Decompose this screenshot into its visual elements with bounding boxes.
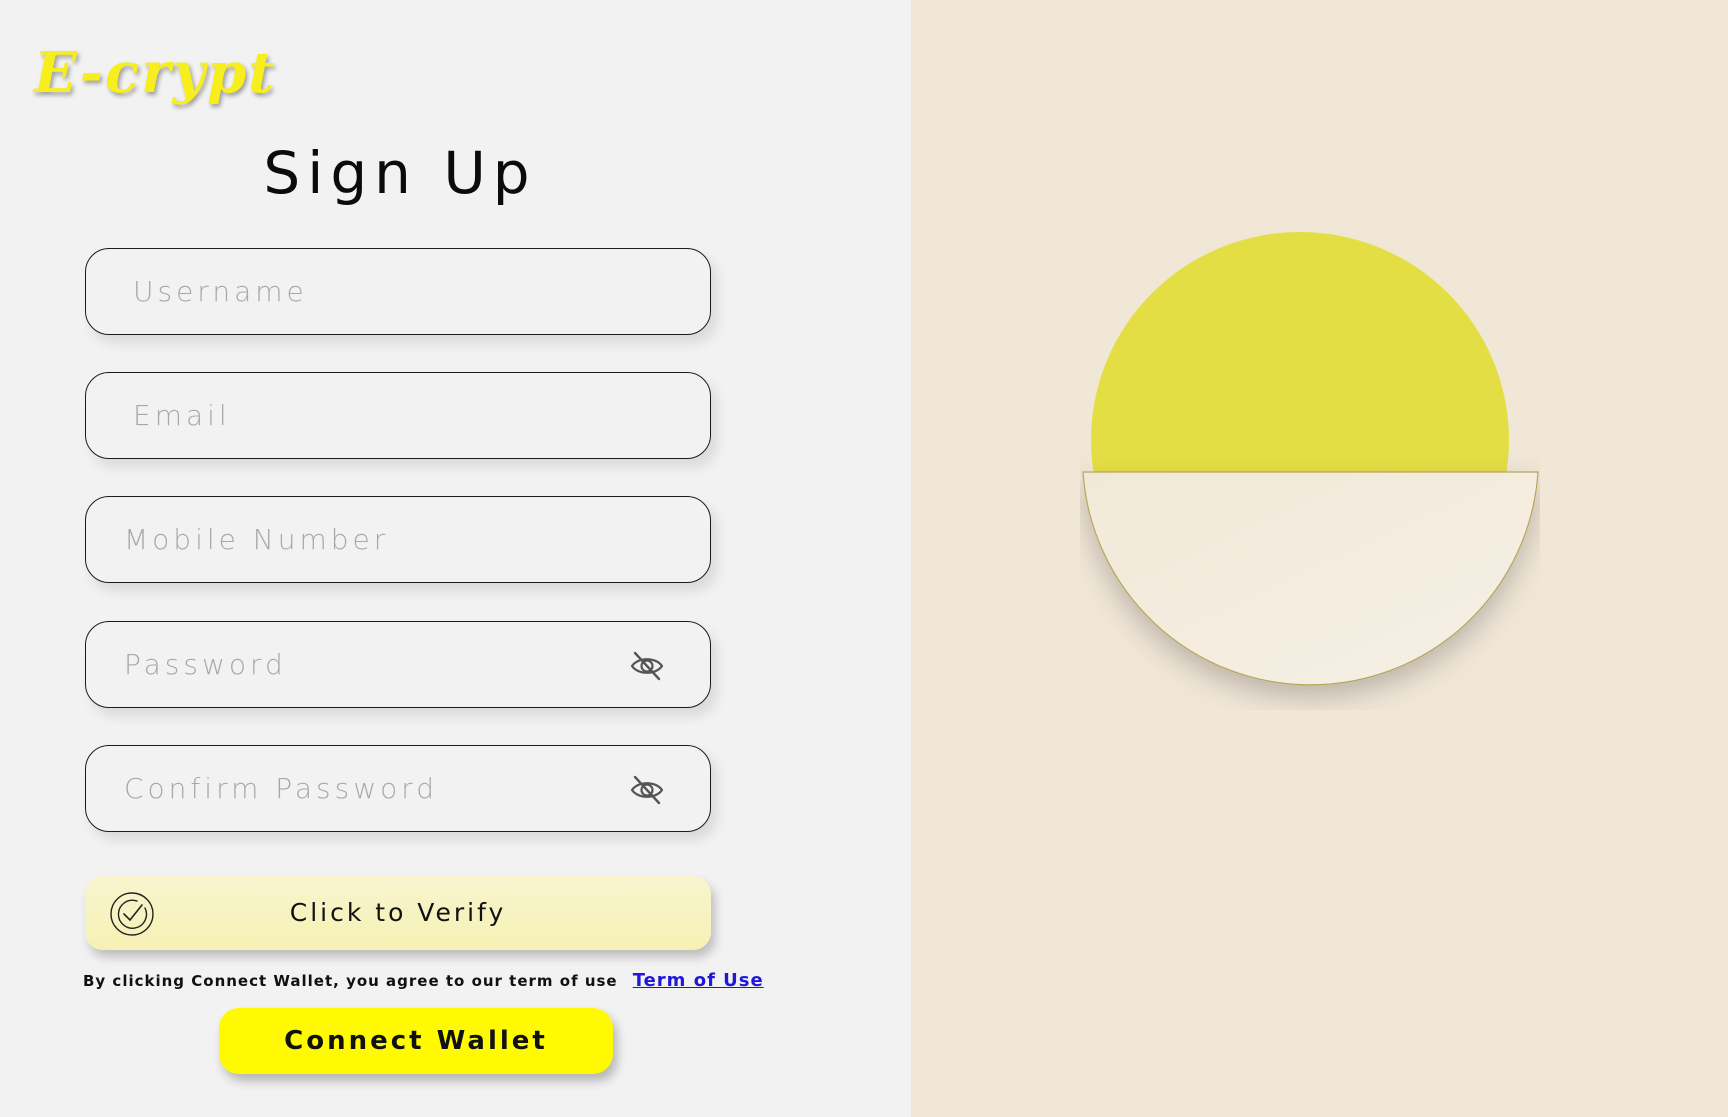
terms-text: By clicking Connect Wallet, you agree to… [83,972,618,990]
password-field-wrapper [85,621,711,708]
terms-of-use-link[interactable]: Term of Use [633,970,764,991]
verify-label: Click to Verify [289,898,507,927]
signup-panel: E-crypt Sign Up Click to Verify [0,0,911,1117]
username-field-wrapper [85,248,711,335]
email-field-wrapper [85,372,711,459]
connect-wallet-button[interactable]: Connect Wallet [219,1008,613,1074]
confirm-password-field-wrapper [85,745,711,832]
eye-slash-icon[interactable] [630,774,664,806]
mobile-number-input[interactable] [124,497,624,582]
eye-slash-icon[interactable] [630,650,664,682]
username-input[interactable] [133,249,633,334]
terms-notice: By clicking Connect Wallet, you agree to… [83,970,843,991]
page-title: Sign Up [263,139,537,207]
logo: E-crypt [34,40,277,106]
password-input[interactable] [124,622,624,707]
connect-wallet-label: Connect Wallet [284,1026,548,1056]
mobile-field-wrapper [85,496,711,583]
confirm-password-input[interactable] [124,746,624,831]
verify-button[interactable]: Click to Verify [85,876,711,950]
bowl-shape [1082,471,1539,686]
sun-bowl-illustration [1082,232,1539,686]
email-input[interactable] [133,373,633,458]
